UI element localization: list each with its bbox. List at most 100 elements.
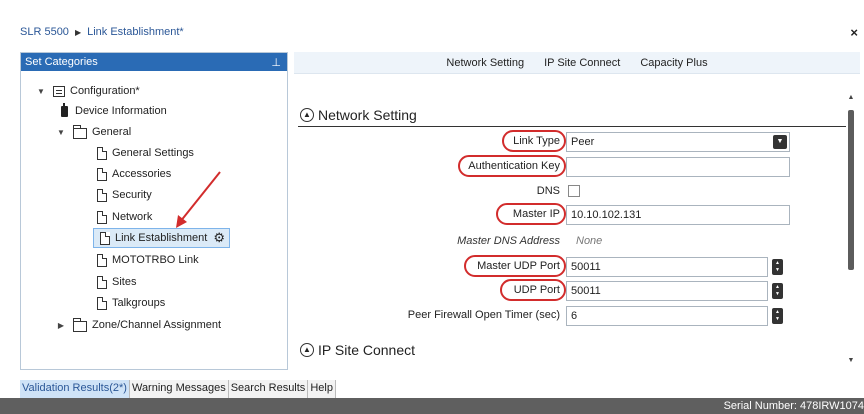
tab-warning-messages[interactable]: Warning Messages [129, 380, 229, 398]
expand-arrow-icon[interactable]: ▼ [35, 87, 47, 96]
panel-title: Set Categories [25, 56, 98, 68]
section-title: IP Site Connect [318, 342, 416, 358]
document-icon [97, 210, 107, 224]
tree-item-label: Sites [112, 276, 137, 288]
document-icon [97, 146, 107, 160]
settings-panel: Network Setting IP Site Connect Capacity… [294, 52, 860, 370]
tab-capacity-plus[interactable]: Capacity Plus [640, 57, 707, 69]
breadcrumb-current: Link Establishment* [87, 26, 184, 38]
tree-item-device-information[interactable]: Device Information [59, 101, 167, 121]
select-value: Peer [571, 136, 595, 148]
tree-item-link-establishment[interactable]: Link Establishment ⚙ [93, 228, 230, 248]
field-master-udp-port: Master UDP Port 50011 ▲ ▼ [294, 257, 842, 277]
tree-item-sites[interactable]: Sites [97, 272, 136, 292]
document-icon [97, 253, 107, 267]
tab-ip-site-connect[interactable]: IP Site Connect [544, 57, 620, 69]
field-peer-firewall-open-timer: Peer Firewall Open Timer (sec) 6 ▲ ▼ [294, 306, 842, 326]
stepper-icon[interactable]: ▲ ▼ [772, 308, 783, 324]
tree-item-security[interactable]: Security [97, 185, 152, 205]
field-master-dns-address: Master DNS Address None [294, 232, 842, 252]
tree-item-label: Network [112, 211, 153, 223]
field-label: Link Type [513, 135, 560, 147]
document-icon [97, 296, 107, 310]
breadcrumb: SLR 5500 ▶ Link Establishment* [20, 24, 184, 40]
tree-item-accessories[interactable]: Accessories [97, 164, 171, 184]
close-icon[interactable]: × [850, 26, 858, 40]
breadcrumb-root[interactable]: SLR 5500 [20, 26, 69, 38]
tree-item-talkgroups[interactable]: Talkgroups [97, 293, 165, 313]
chevron-down-icon[interactable]: ▼ [773, 135, 787, 149]
field-udp-port: UDP Port 50011 ▲ ▼ [294, 281, 842, 301]
section-header-ip-site-connect[interactable]: ▲ IP Site Connect [300, 342, 415, 358]
tree-item-general-settings[interactable]: General Settings [97, 143, 194, 163]
dns-checkbox[interactable] [568, 185, 580, 197]
tab-validation-results[interactable]: Validation Results(2*) [20, 380, 130, 398]
config-icon [53, 85, 65, 97]
field-label: Peer Firewall Open Timer (sec) [407, 309, 560, 321]
tree-item-label: Zone/Channel Assignment [92, 319, 222, 331]
tab-help[interactable]: Help [308, 380, 336, 398]
folder-icon [73, 124, 87, 139]
bottom-tab-bar: Validation Results(2*) Warning Messages … [20, 380, 336, 398]
authentication-key-input[interactable] [566, 157, 790, 177]
master-ip-input[interactable]: 10.10.102.131 [566, 205, 790, 225]
document-icon [97, 167, 107, 181]
tree-item-label: MOTOTRBO Link [112, 254, 199, 266]
field-label: Master IP [512, 208, 560, 220]
scroll-down-icon[interactable]: ▼ [846, 357, 856, 364]
panel-header: Set Categories ⊥ [21, 53, 287, 71]
document-icon [100, 231, 110, 245]
master-udp-port-input[interactable]: 50011 [566, 257, 768, 277]
link-type-select[interactable]: Peer ▼ [566, 132, 790, 152]
scroll-thumb[interactable] [848, 110, 854, 270]
tab-network-setting[interactable]: Network Setting [446, 57, 524, 69]
breadcrumb-separator-icon: ▶ [74, 27, 82, 37]
section-divider [298, 126, 846, 127]
status-bar: Serial Number: 478IRW1074 [0, 398, 864, 414]
tree-item-label: Security [112, 189, 152, 201]
tree-item-label: Link Establishment [115, 232, 208, 244]
serial-number: Serial Number: 478IRW1074 [723, 400, 864, 412]
field-label: Master UDP Port [477, 260, 560, 272]
master-dns-value: None [566, 232, 686, 252]
field-label: DNS [536, 185, 560, 197]
field-label: Master DNS Address [457, 235, 560, 247]
vertical-scrollbar[interactable]: ▲ ▼ [846, 94, 856, 364]
collapse-icon[interactable]: ▲ [300, 108, 314, 122]
tree-item-zone-channel-assignment[interactable]: ▶ Zone/Channel Assignment [55, 315, 221, 335]
tree-item-configuration[interactable]: ▼ Configuration* [35, 81, 140, 101]
tree-item-label: Configuration* [70, 85, 140, 97]
gear-icon[interactable]: ⚙ [213, 230, 225, 246]
field-link-type: Link Type Peer ▼ [294, 132, 842, 152]
stepper-icon[interactable]: ▲ ▼ [772, 259, 783, 275]
field-master-ip: Master IP 10.10.102.131 [294, 205, 842, 225]
collapse-arrow-icon[interactable]: ▶ [55, 321, 67, 330]
tree-item-label: Device Information [75, 105, 167, 117]
tab-search-results[interactable]: Search Results [228, 380, 309, 398]
collapse-icon[interactable]: ▲ [300, 343, 314, 357]
udp-port-input[interactable]: 50011 [566, 281, 768, 301]
document-icon [97, 275, 107, 289]
stepper-icon[interactable]: ▲ ▼ [772, 283, 783, 299]
tree-item-mototrbo-link[interactable]: MOTOTRBO Link [97, 250, 199, 270]
field-dns: DNS [294, 182, 842, 202]
firewall-timer-input[interactable]: 6 [566, 306, 768, 326]
tree-item-label: General [92, 126, 132, 138]
tree-item-general[interactable]: ▼ General [55, 122, 131, 142]
document-icon [97, 188, 107, 202]
section-tab-bar: Network Setting IP Site Connect Capacity… [294, 52, 860, 74]
scroll-up-icon[interactable]: ▲ [846, 94, 856, 101]
tree-item-label: General Settings [112, 147, 194, 159]
tree-item-label: Talkgroups [112, 297, 166, 309]
tree-item-label: Accessories [112, 168, 172, 180]
section-header-network-setting[interactable]: ▲ Network Setting [300, 107, 417, 123]
field-label: UDP Port [513, 284, 560, 296]
expand-arrow-icon[interactable]: ▼ [55, 128, 67, 137]
section-title: Network Setting [318, 107, 417, 123]
radio-device-icon [61, 102, 68, 117]
field-authentication-key: Authentication Key [294, 157, 842, 177]
field-label: Authentication Key [468, 160, 560, 172]
pin-icon[interactable]: ⊥ [271, 56, 281, 69]
folder-icon [73, 317, 87, 332]
tree-item-network[interactable]: Network [97, 207, 152, 227]
